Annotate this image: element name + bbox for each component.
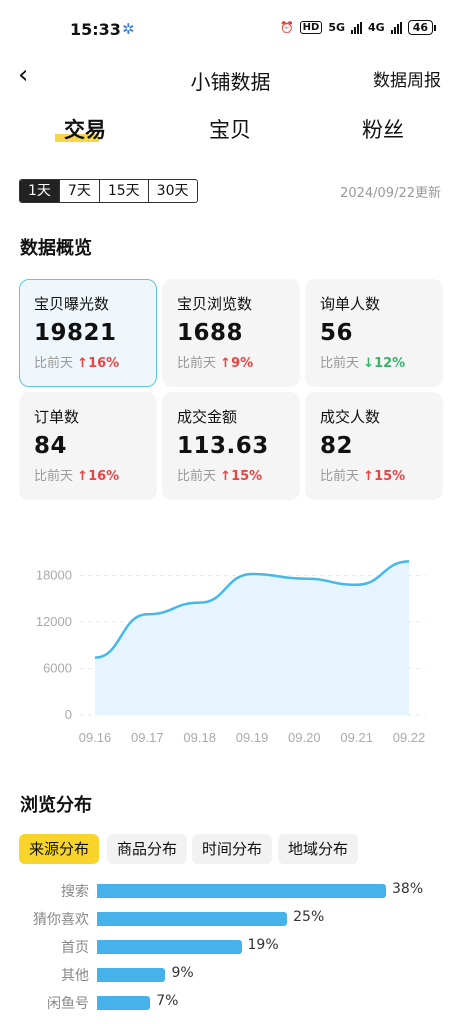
weekly-report-link[interactable]: 数据周报 bbox=[373, 66, 441, 91]
metric-label: 成交人数 bbox=[320, 408, 381, 426]
tab-item-distribution[interactable]: 商品分布 bbox=[107, 834, 188, 864]
metric-value: 84 bbox=[34, 433, 68, 459]
period-7d[interactable]: 7天 bbox=[58, 180, 99, 202]
bar-label: 首页 bbox=[61, 940, 89, 956]
battery-icon: 46 bbox=[407, 20, 437, 35]
metric-label: 订单数 bbox=[34, 408, 80, 426]
status-time: 15:33 bbox=[70, 20, 121, 39]
bar bbox=[97, 940, 242, 954]
overview-title: 数据概览 bbox=[20, 238, 92, 259]
bar bbox=[97, 996, 151, 1010]
arrow-up-icon: ↑ bbox=[77, 356, 89, 371]
trend-area-chart: 0 6000 12000 18000 09.16 09.17 09.18 09.19 09.20… bbox=[36, 560, 426, 745]
bar-label: 猜你喜欢 bbox=[33, 912, 89, 928]
arrow-up-icon: ↑ bbox=[77, 469, 89, 484]
distribution-title: 浏览分布 bbox=[20, 795, 92, 816]
metric-compare: 比前天 ↑15% bbox=[320, 469, 406, 484]
metric-value: 113.63 bbox=[177, 433, 269, 459]
bar-value: 19% bbox=[247, 937, 279, 953]
metric-card-exposure[interactable]: 宝贝曝光数 19821 比前天 ↑16% bbox=[19, 279, 157, 387]
period-15d[interactable]: 15天 bbox=[98, 180, 148, 202]
metric-label: 询单人数 bbox=[320, 295, 381, 313]
metric-value: 1688 bbox=[177, 320, 244, 346]
period-30d[interactable]: 30天 bbox=[147, 180, 197, 202]
metric-compare: 比前天 ↑9% bbox=[177, 356, 254, 371]
bar bbox=[97, 968, 166, 982]
network-5g-label: 5G bbox=[328, 21, 345, 34]
bar-value: 38% bbox=[392, 881, 424, 897]
tab-region-distribution[interactable]: 地域分布 bbox=[278, 834, 359, 864]
metric-card-buyers[interactable]: 成交人数 82 比前天 ↑15% bbox=[305, 392, 443, 500]
metric-label: 成交金额 bbox=[177, 408, 238, 426]
y-tick-label: 0 bbox=[65, 707, 72, 722]
alarm-icon: ⏰ bbox=[279, 21, 294, 34]
bar-row: 其他 9% bbox=[0, 965, 461, 985]
status-icons: ⏰ HD 5G 4G 46 bbox=[279, 20, 437, 35]
notification-icon: ✲ bbox=[122, 20, 135, 38]
bar-row: 搜索 38% bbox=[0, 881, 461, 901]
metric-label: 宝贝曝光数 bbox=[34, 295, 110, 313]
metric-compare: 比前天 ↑16% bbox=[34, 469, 120, 484]
metric-value: 82 bbox=[320, 433, 354, 459]
y-tick-label: 6000 bbox=[43, 661, 72, 676]
network-4g-label: 4G bbox=[368, 21, 385, 34]
metric-label: 宝贝浏览数 bbox=[177, 295, 253, 313]
bar-row: 猜你喜欢 25% bbox=[0, 909, 461, 929]
bar-label: 闲鱼号 bbox=[47, 996, 89, 1012]
x-tick-label: 09.16 bbox=[79, 730, 112, 745]
tab-time-distribution[interactable]: 时间分布 bbox=[192, 834, 273, 864]
metric-compare: 比前天 ↓12% bbox=[320, 356, 406, 371]
x-tick-label: 09.20 bbox=[288, 730, 321, 745]
x-tick-label: 09.22 bbox=[393, 730, 426, 745]
bar bbox=[97, 884, 386, 898]
tab-trade[interactable]: 交易 bbox=[25, 114, 145, 144]
arrow-up-icon: ↑ bbox=[220, 356, 232, 371]
tab-source-distribution[interactable]: 来源分布 bbox=[19, 834, 100, 864]
signal-icon bbox=[390, 21, 402, 34]
bar-row: 闲鱼号 7% bbox=[0, 993, 461, 1013]
x-tick-label: 09.18 bbox=[183, 730, 216, 745]
bar-row: 首页 19% bbox=[0, 937, 461, 957]
bar-value: 9% bbox=[171, 965, 194, 981]
arrow-up-icon: ↑ bbox=[220, 469, 232, 484]
metric-compare: 比前天 ↑16% bbox=[34, 356, 120, 371]
metric-card-gmv[interactable]: 成交金额 113.63 比前天 ↑15% bbox=[162, 392, 300, 500]
metric-card-orders[interactable]: 订单数 84 比前天 ↑16% bbox=[19, 392, 157, 500]
bar bbox=[97, 912, 288, 926]
tab-items[interactable]: 宝贝 bbox=[170, 114, 290, 144]
nav-bar: ‹ 小铺数据 数据周报 bbox=[0, 60, 461, 94]
bar-value: 7% bbox=[156, 993, 179, 1009]
hd-badge: HD bbox=[299, 21, 323, 34]
y-tick-label: 18000 bbox=[36, 568, 72, 583]
metric-value: 19821 bbox=[34, 320, 117, 346]
bar-label: 搜索 bbox=[61, 884, 89, 900]
bar-label: 其他 bbox=[61, 968, 89, 984]
status-bar: 15:33 ✲ ⏰ HD 5G 4G 46 bbox=[0, 0, 461, 60]
x-tick-label: 09.19 bbox=[236, 730, 269, 745]
update-date: 2024/09/22更新 bbox=[340, 186, 441, 201]
period-selector: 1天 7天 15天 30天 bbox=[19, 179, 198, 203]
y-tick-label: 12000 bbox=[36, 614, 72, 629]
main-tabs: 交易 宝贝 粉丝 bbox=[0, 114, 461, 154]
signal-icon bbox=[351, 21, 362, 34]
arrow-down-icon: ↓ bbox=[363, 356, 375, 371]
bar-value: 25% bbox=[293, 909, 325, 925]
tab-fans[interactable]: 粉丝 bbox=[323, 114, 443, 144]
period-1d[interactable]: 1天 bbox=[20, 180, 59, 202]
metric-compare: 比前天 ↑15% bbox=[177, 469, 263, 484]
x-tick-label: 09.17 bbox=[131, 730, 164, 745]
metric-card-views[interactable]: 宝贝浏览数 1688 比前天 ↑9% bbox=[162, 279, 300, 387]
x-tick-label: 09.21 bbox=[340, 730, 373, 745]
metric-value: 56 bbox=[320, 320, 354, 346]
arrow-up-icon: ↑ bbox=[363, 469, 375, 484]
metric-card-inquiries[interactable]: 询单人数 56 比前天 ↓12% bbox=[305, 279, 443, 387]
